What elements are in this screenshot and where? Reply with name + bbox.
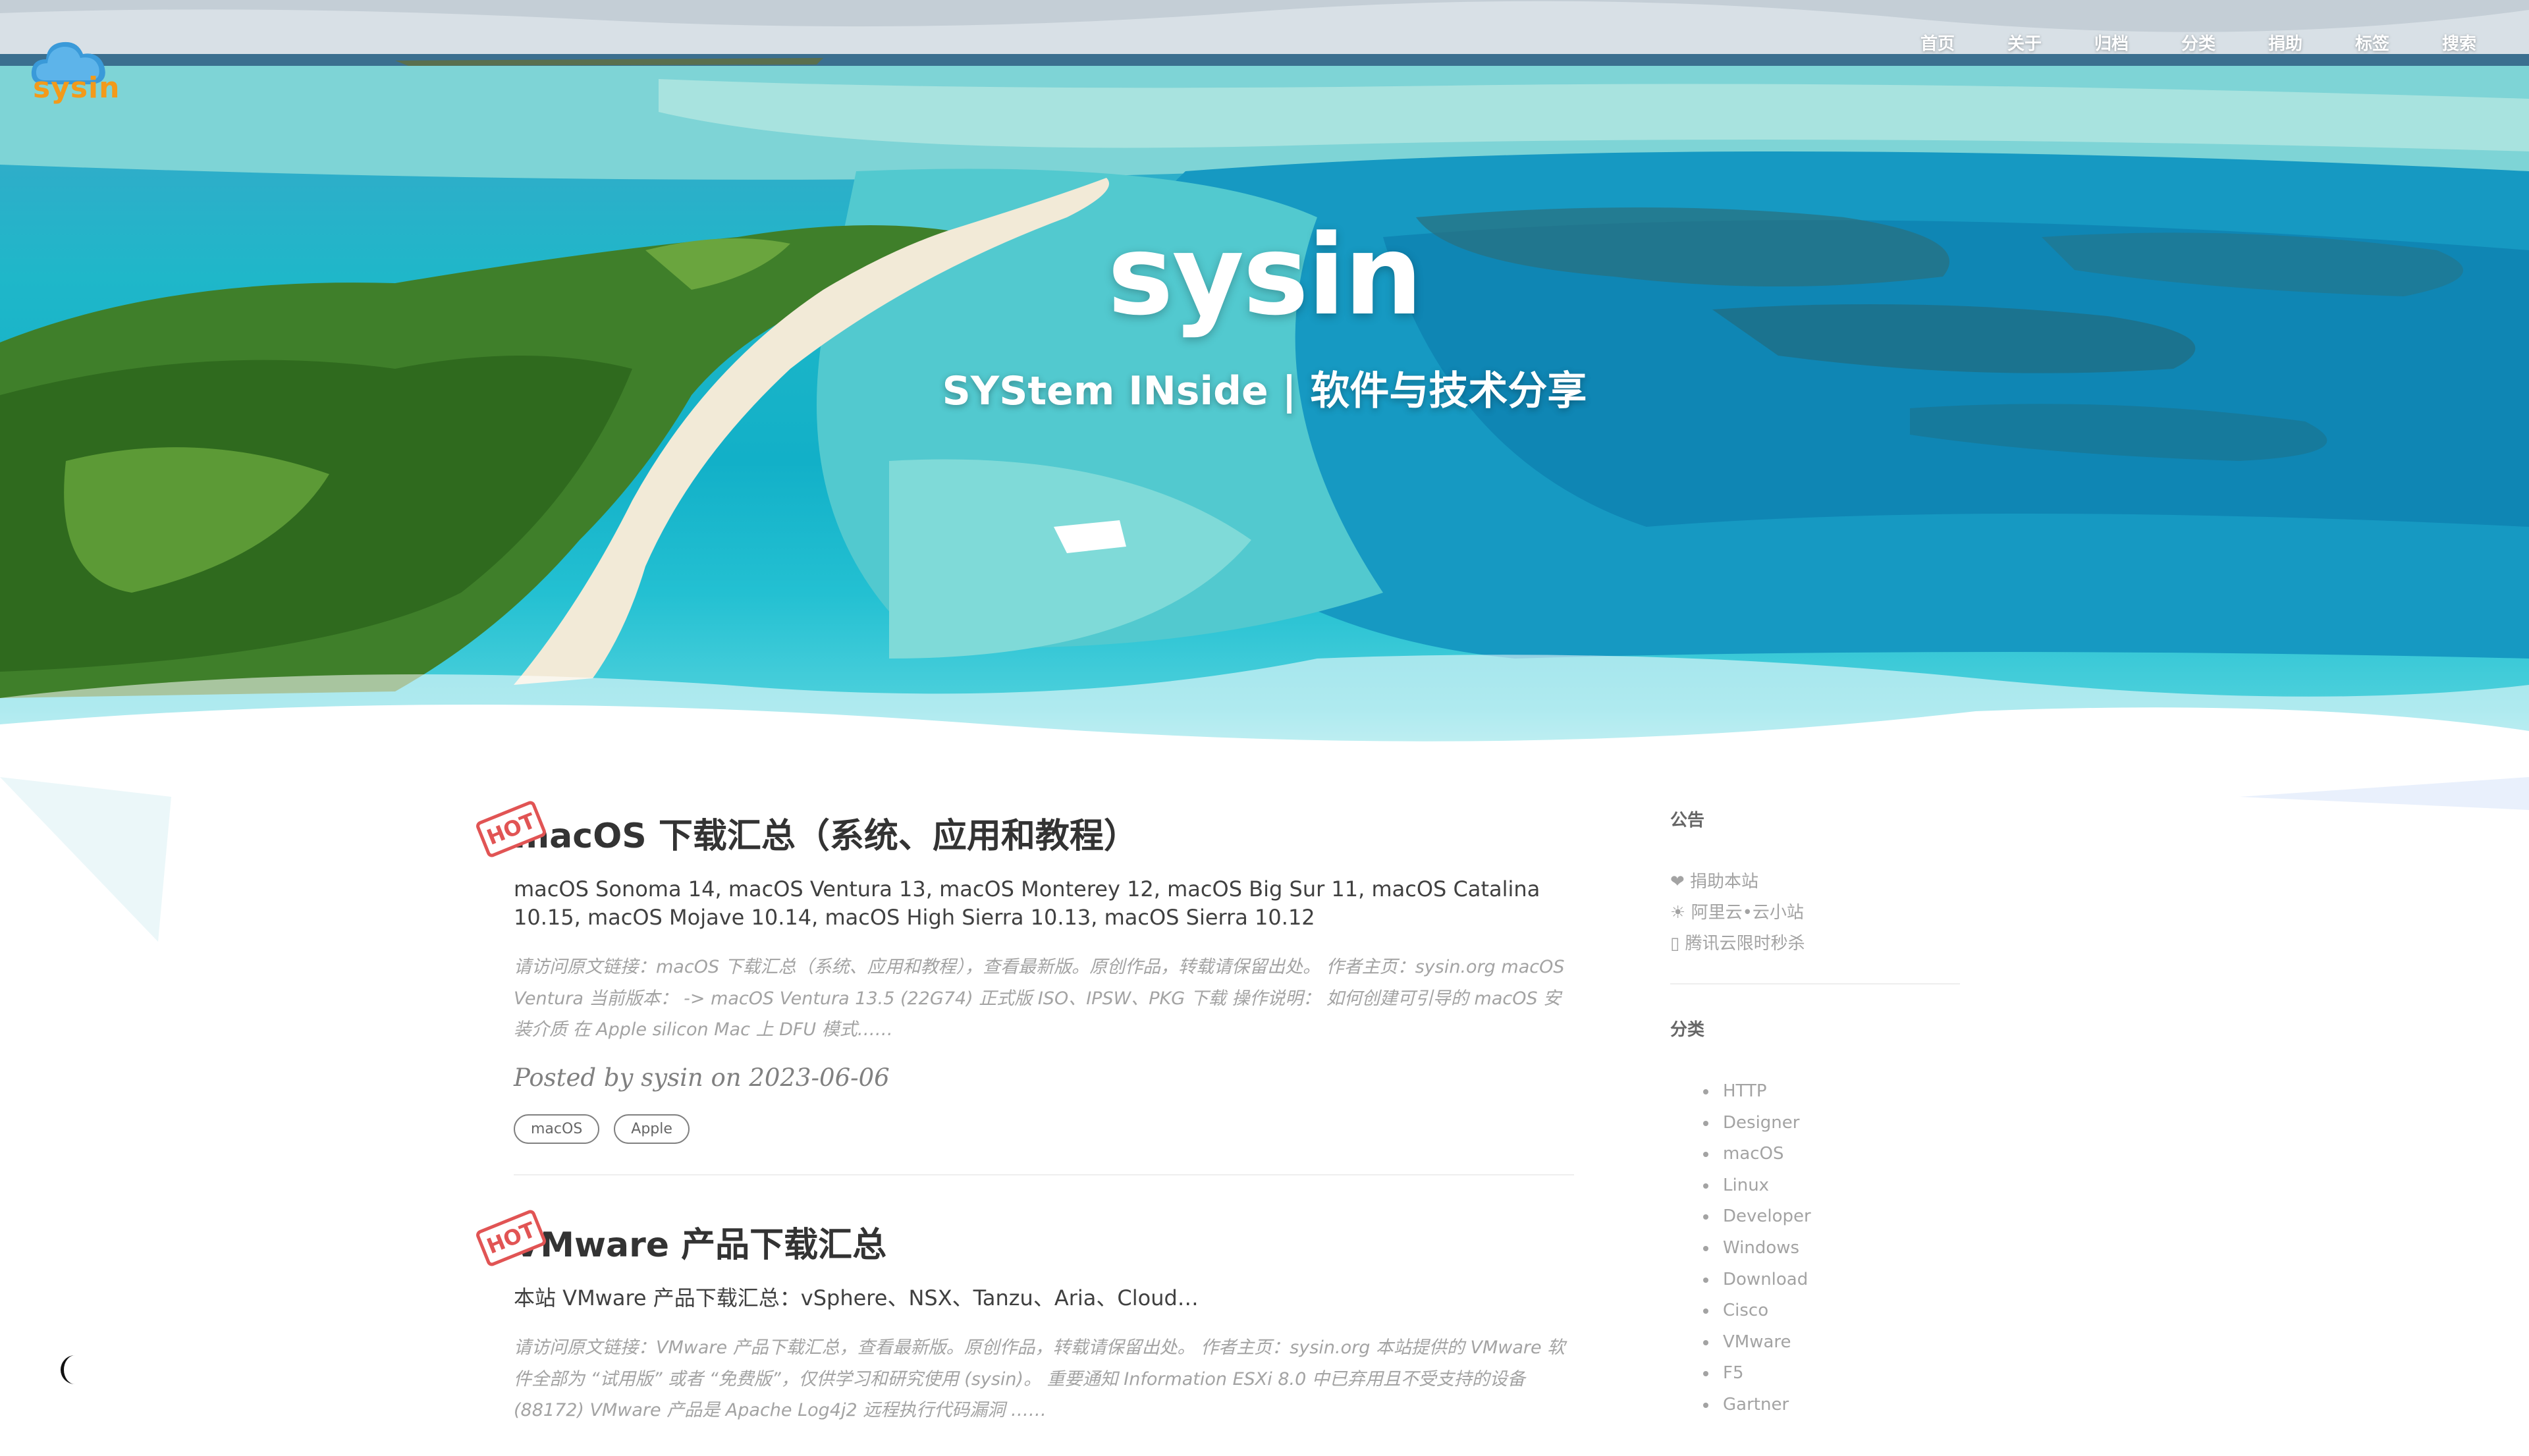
logo-text[interactable]: sysin <box>33 71 120 105</box>
hero-banner: sysin 首页 关于 归档 分类 捐助 标签 搜索 sysin SYStem … <box>0 0 2529 777</box>
category-item[interactable]: HTTP <box>1703 1076 1960 1108</box>
post-excerpt[interactable]: 请访问原文链接：VMware 产品下载汇总，查看最新版。原创作品，转载请保留出处… <box>514 1332 1574 1426</box>
category-item[interactable]: Designer <box>1703 1108 1960 1139</box>
top-navigation: 首页 关于 归档 分类 捐助 标签 搜索 <box>1894 26 2503 59</box>
category-list: HTTP Designer macOS Linux Developer Wind… <box>1670 1076 1960 1421</box>
category-item[interactable]: Developer <box>1703 1201 1960 1233</box>
post-item: HOT VMware 产品下载汇总 本站 VMware 产品下载汇总：vSphe… <box>474 1174 1574 1456</box>
post-subtitle[interactable]: macOS Sonoma 14, macOS Ventura 13, macOS… <box>514 875 1574 932</box>
category-item[interactable]: VMware <box>1703 1327 1960 1359</box>
donate-link[interactable]: ❤ 捐助本站 <box>1670 867 1960 898</box>
post-subtitle[interactable]: 本站 VMware 产品下载汇总：vSphere、NSX、Tanzu、Aria、… <box>514 1284 1574 1312</box>
nav-about[interactable]: 关于 <box>1981 26 2068 59</box>
post-list: HOT macOS 下载汇总（系统、应用和教程） macOS Sonoma 14… <box>474 799 1574 1456</box>
category-item[interactable]: Download <box>1703 1264 1960 1296</box>
nav-archive[interactable]: 归档 <box>2068 26 2155 59</box>
tag-apple[interactable]: Apple <box>614 1114 690 1145</box>
post-meta: Posted by sysin on 2023-06-06 <box>514 1064 890 1092</box>
nav-categories[interactable]: 分类 <box>2155 26 2242 59</box>
post-title[interactable]: macOS 下载汇总（系统、应用和教程） <box>514 803 1574 858</box>
nav-search[interactable]: 搜索 <box>2416 26 2503 59</box>
aliyun-link[interactable]: ☀ 阿里云•云小站 <box>1670 898 1960 929</box>
category-item[interactable]: Gartner <box>1703 1389 1960 1421</box>
post-item: HOT macOS 下载汇总（系统、应用和教程） macOS Sonoma 14… <box>474 799 1574 1174</box>
category-heading: 分类 <box>1670 1020 1705 1040</box>
tag-macos[interactable]: macOS <box>514 1114 600 1145</box>
category-item[interactable]: Cisco <box>1703 1295 1960 1327</box>
sidebar-divider <box>1670 983 1960 984</box>
nav-donate[interactable]: 捐助 <box>2242 26 2329 59</box>
nav-home[interactable]: 首页 <box>1894 26 1981 59</box>
tencent-cloud-link[interactable]: ▯ 腾讯云限时秒杀 <box>1670 929 1960 959</box>
moon-icon[interactable] <box>55 1351 92 1388</box>
site-title: sysin <box>1107 211 1423 340</box>
category-item[interactable]: Linux <box>1703 1170 1960 1202</box>
post-title[interactable]: VMware 产品下载汇总 <box>514 1212 1574 1267</box>
category-item[interactable]: macOS <box>1703 1139 1960 1170</box>
site-subtitle: SYStem INside | 软件与技术分享 <box>942 368 1587 414</box>
nav-tags[interactable]: 标签 <box>2329 26 2416 59</box>
post-excerpt[interactable]: 请访问原文链接：macOS 下载汇总（系统、应用和教程），查看最新版。原创作品，… <box>514 952 1574 1045</box>
category-item[interactable]: F5 <box>1703 1358 1960 1389</box>
notice-heading: 公告 <box>1670 811 1705 830</box>
post-tags: macOS Apple <box>514 1114 1574 1145</box>
sidebar: 公告 ❤ 捐助本站 ☀ 阿里云•云小站 ▯ 腾讯云限时秒杀 分类 HTTP De… <box>1670 807 1960 1421</box>
category-item[interactable]: Windows <box>1703 1233 1960 1264</box>
